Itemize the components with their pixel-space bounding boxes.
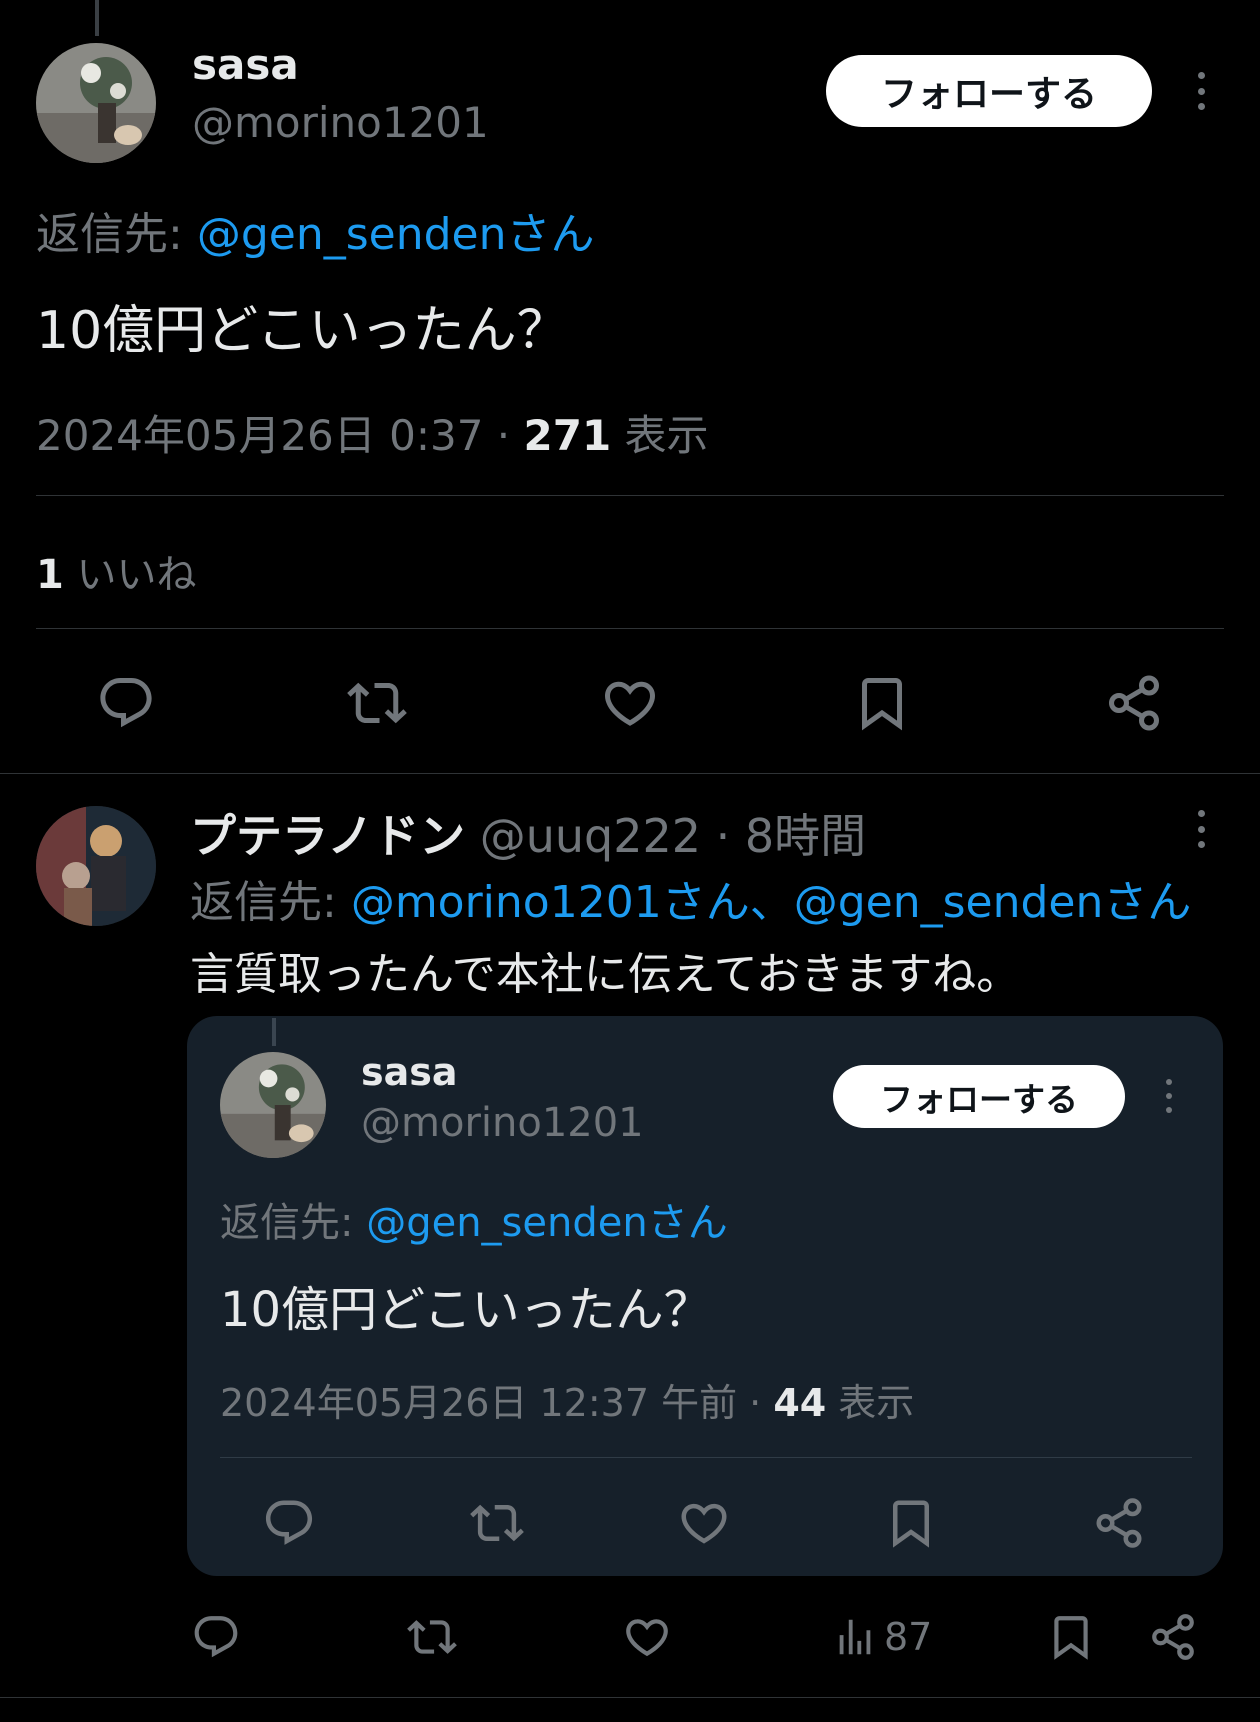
- follow-button[interactable]: フォローする: [833, 1065, 1125, 1128]
- reply-to-prefix: 返信先:: [190, 877, 351, 928]
- avatar-sasa[interactable]: [36, 43, 156, 163]
- like-icon[interactable]: [677, 1496, 731, 1550]
- timestamp[interactable]: 2024年05月26日 12:37 午前 ·: [220, 1381, 773, 1425]
- reply-icon[interactable]: [96, 673, 156, 733]
- display-name[interactable]: sasa: [192, 40, 299, 89]
- reply-text: 言質取ったんで本社に伝えておきますね。: [190, 949, 1021, 1000]
- avatar-sasa[interactable]: [220, 1052, 326, 1158]
- section-divider: [0, 773, 1260, 774]
- reply-to-handle-link[interactable]: @gen_sendenさん: [197, 209, 595, 260]
- share-icon[interactable]: [1104, 673, 1164, 733]
- views-count[interactable]: 44: [773, 1381, 826, 1425]
- views-label: 表示: [826, 1381, 915, 1425]
- views-count: 87: [884, 1615, 933, 1659]
- avatar-image: [36, 43, 156, 163]
- follow-button[interactable]: フォローする: [826, 55, 1152, 127]
- reply-to-line: 返信先: @morino1201さん、@gen_sendenさん: [190, 866, 1191, 930]
- more-icon[interactable]: [1195, 72, 1207, 110]
- avatar-pteranodon[interactable]: [36, 806, 156, 926]
- tweet-text: 10億円どこいったん？: [36, 301, 569, 361]
- reply-to-handle-link[interactable]: @gen_sendenさん: [366, 1200, 728, 1246]
- likes-summary[interactable]: 1 いいね: [36, 542, 197, 600]
- reply-to-prefix: 返信先:: [36, 209, 197, 260]
- divider: [36, 495, 1224, 496]
- views-count[interactable]: 271: [524, 411, 612, 460]
- reply-icon[interactable]: [191, 1612, 241, 1662]
- reply-icon[interactable]: [262, 1496, 316, 1550]
- avatar-image: [36, 806, 156, 926]
- user-handle[interactable]: @uuq222: [480, 809, 701, 863]
- retweet-icon[interactable]: [470, 1496, 524, 1550]
- divider: [36, 628, 1224, 629]
- bookmark-icon[interactable]: [1046, 1612, 1096, 1662]
- tweet-meta: 2024年05月26日 0:37 · 271 表示: [36, 402, 709, 463]
- views-label: 表示: [611, 411, 709, 460]
- relative-time[interactable]: · 8時間: [701, 809, 867, 863]
- share-icon[interactable]: [1092, 1496, 1146, 1550]
- user-handle[interactable]: @morino1201: [361, 1100, 644, 1146]
- views-icon: [832, 1614, 878, 1660]
- bookmark-icon[interactable]: [852, 673, 912, 733]
- thread-connector-line: [272, 1018, 276, 1046]
- likes-label: いいね: [63, 552, 197, 598]
- retweet-icon[interactable]: [347, 673, 407, 733]
- tweet-meta: 2024年05月26日 12:37 午前 · 44 表示: [220, 1372, 914, 1427]
- divider: [220, 1457, 1192, 1458]
- reply-to-line: 返信先: @gen_sendenさん: [220, 1190, 728, 1248]
- share-icon[interactable]: [1148, 1612, 1198, 1662]
- quoted-tweet-text: 10億円どこいったん？: [220, 1282, 712, 1338]
- reply-to-line: 返信先: @gen_sendenさん: [36, 198, 594, 262]
- reply-header: プテラノドン @uuq222 · 8時間: [190, 800, 866, 866]
- more-icon[interactable]: [1195, 810, 1207, 848]
- likes-count: 1: [36, 552, 64, 598]
- more-icon[interactable]: [1164, 1079, 1174, 1113]
- section-divider: [0, 1697, 1260, 1698]
- display-name[interactable]: sasa: [361, 1050, 458, 1094]
- bookmark-icon[interactable]: [884, 1496, 938, 1550]
- views-button[interactable]: 87: [832, 1612, 932, 1662]
- timestamp[interactable]: 2024年05月26日 0:37 ·: [36, 411, 524, 460]
- avatar-image: [220, 1052, 326, 1158]
- display-name[interactable]: プテラノドン: [190, 809, 465, 863]
- reply-to-prefix: 返信先:: [220, 1200, 367, 1246]
- reply-to-handles-link[interactable]: @morino1201さん、@gen_sendenさん: [351, 877, 1192, 928]
- retweet-icon[interactable]: [407, 1612, 457, 1662]
- thread-connector-line: [95, 0, 99, 36]
- user-handle[interactable]: @morino1201: [192, 98, 489, 147]
- like-icon[interactable]: [622, 1612, 672, 1662]
- like-icon[interactable]: [600, 673, 660, 733]
